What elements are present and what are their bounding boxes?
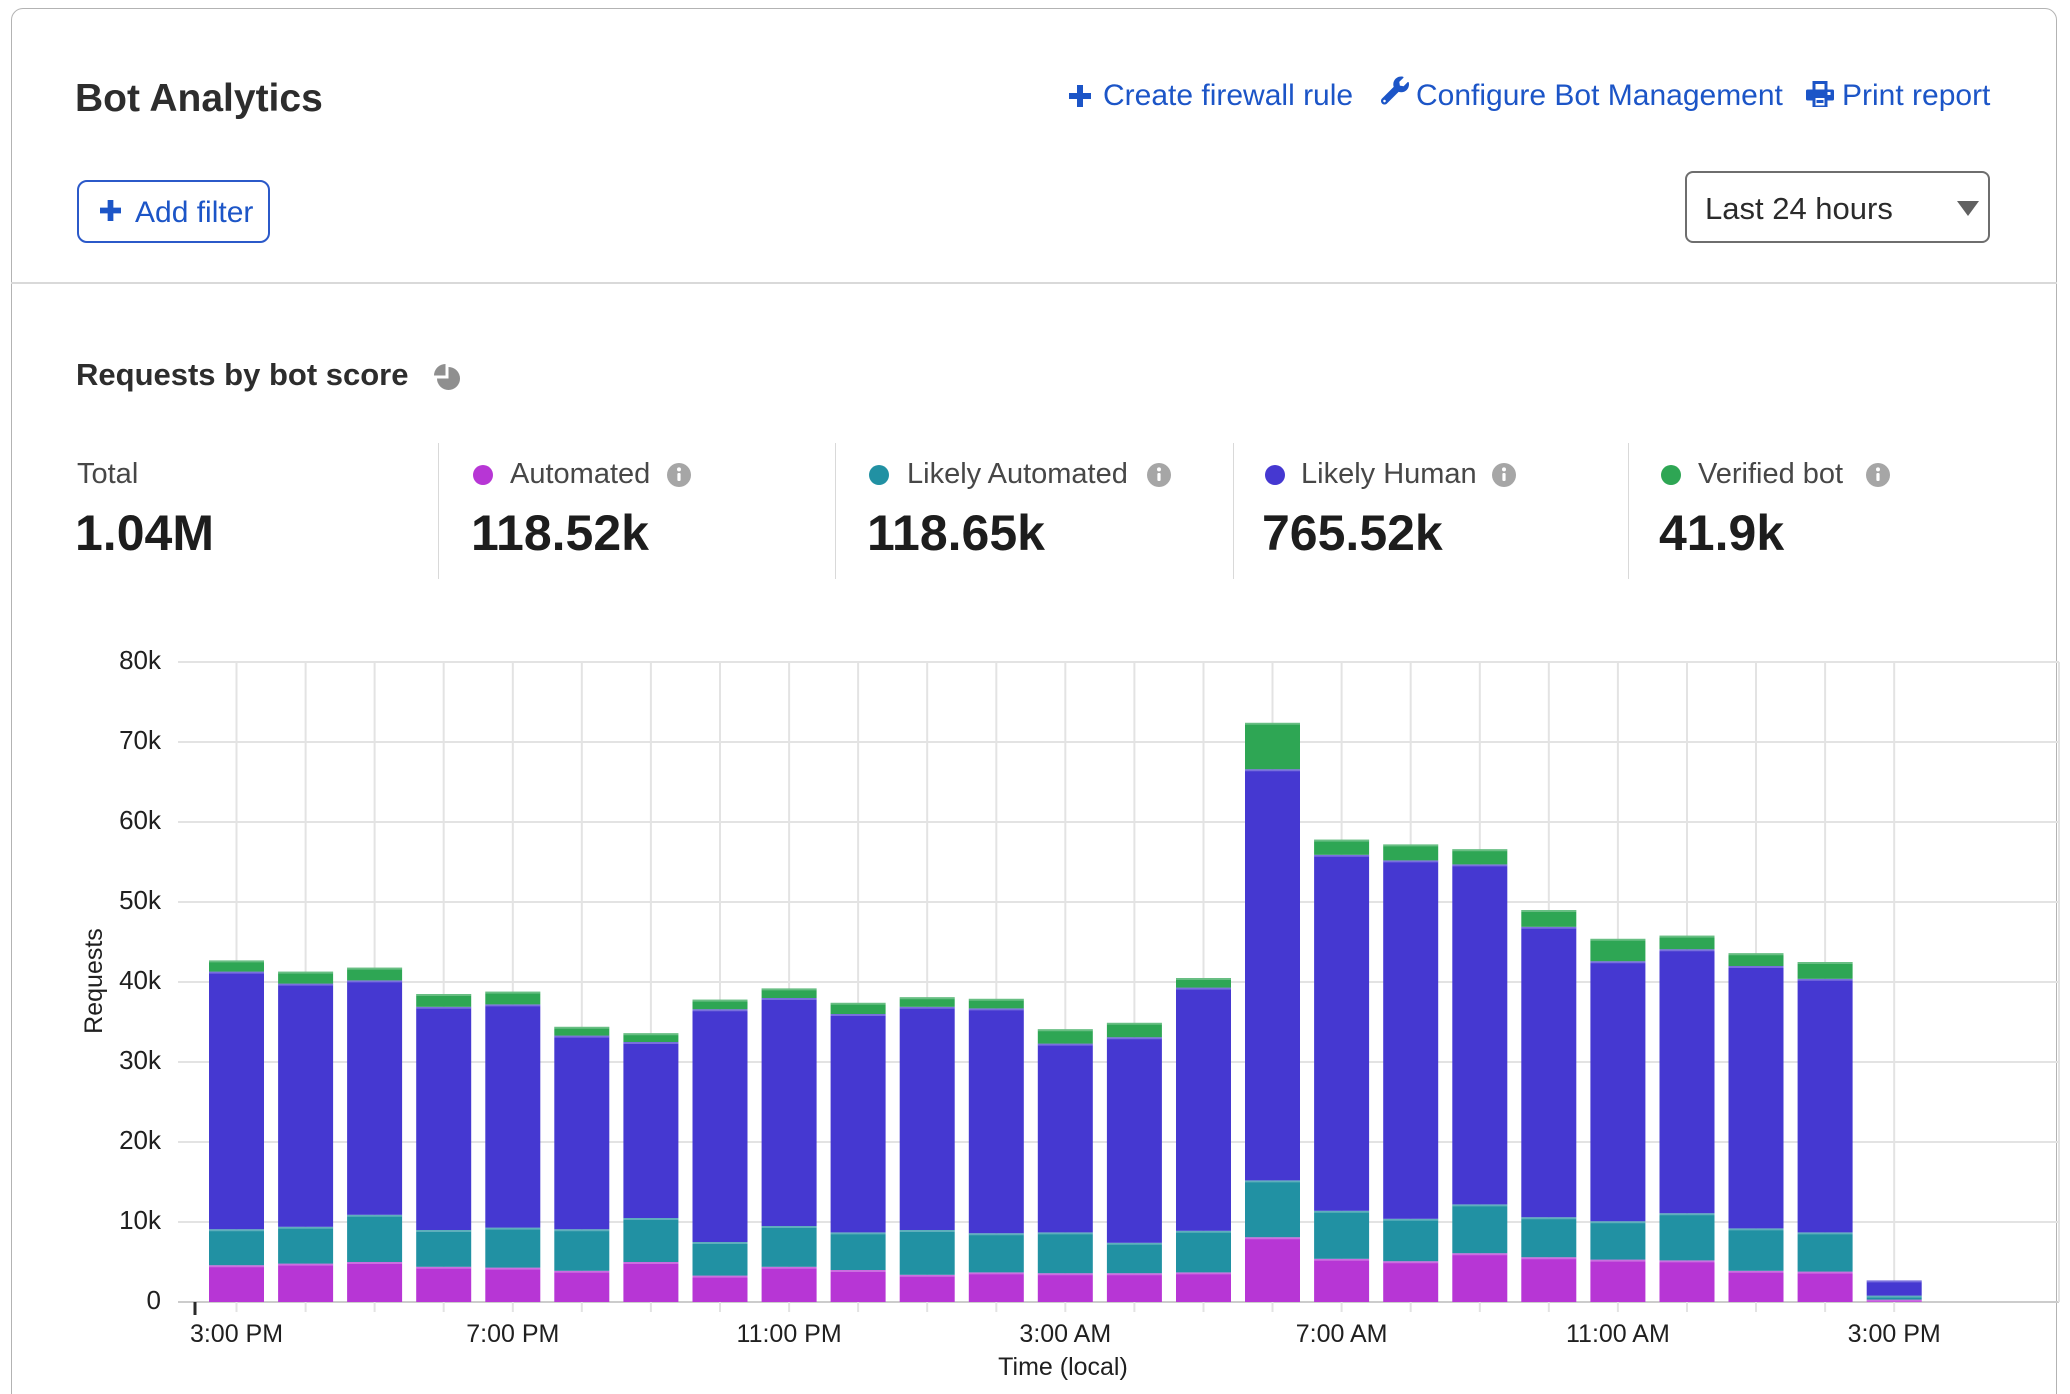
svg-text:Requests: Requests	[80, 928, 108, 1034]
svg-text:70k: 70k	[119, 725, 162, 755]
svg-text:60k: 60k	[119, 805, 162, 835]
svg-text:Time (local): Time (local)	[998, 1353, 1128, 1381]
svg-text:80k: 80k	[119, 645, 162, 675]
svg-text:40k: 40k	[119, 965, 162, 995]
svg-text:11:00 AM: 11:00 AM	[1566, 1320, 1670, 1348]
svg-text:7:00 AM: 7:00 AM	[1296, 1320, 1388, 1348]
svg-text:3:00 PM: 3:00 PM	[1848, 1320, 1941, 1348]
svg-text:30k: 30k	[119, 1045, 162, 1075]
svg-text:11:00 PM: 11:00 PM	[737, 1320, 842, 1348]
svg-text:10k: 10k	[119, 1205, 162, 1235]
svg-text:50k: 50k	[119, 885, 162, 915]
svg-text:7:00 PM: 7:00 PM	[466, 1320, 559, 1348]
svg-text:3:00 AM: 3:00 AM	[1019, 1320, 1111, 1348]
svg-text:0: 0	[147, 1285, 161, 1315]
svg-text:3:00 PM: 3:00 PM	[190, 1320, 283, 1348]
svg-text:20k: 20k	[119, 1125, 162, 1155]
